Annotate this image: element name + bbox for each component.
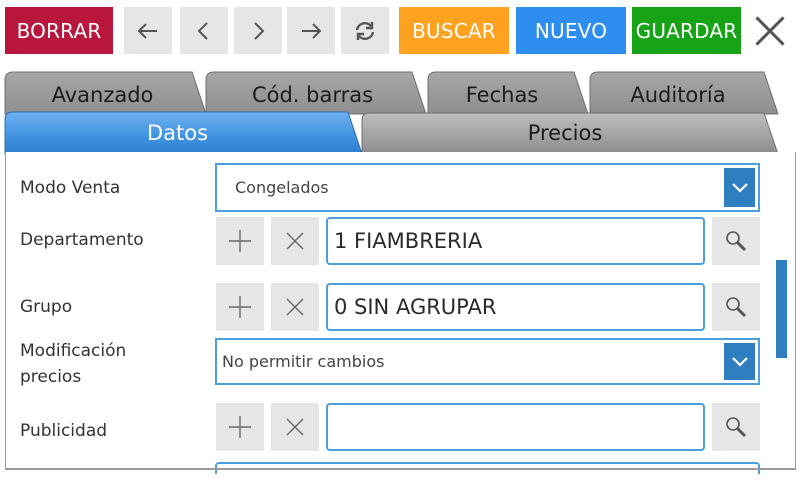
advertising-clear-button[interactable] [271,403,319,451]
department-clear-button[interactable] [271,217,319,265]
plus-icon [229,230,251,252]
price-change-value: No permitir cambios [222,352,385,371]
group-add-button[interactable] [216,283,264,331]
close-button[interactable] [748,7,792,54]
price-change-select[interactable]: No permitir cambios [215,338,760,385]
new-button-label: NUEVO [534,18,608,43]
tab-label-data: Datos [146,121,209,145]
sale-mode-value: Congelados [235,178,329,197]
chevron-down-icon [731,182,748,193]
tab-label-dates: Fechas [465,83,539,107]
arrow-right-icon [302,22,322,39]
previous-record-button[interactable] [180,7,228,54]
x-icon [286,232,304,250]
magnifier-icon [726,297,747,318]
price-change-label-line1: Modificación [20,341,127,361]
delete-button-label: BORRAR [16,18,102,43]
search-button[interactable]: BUSCAR [399,7,509,54]
next-record-button[interactable] [234,7,282,54]
plus-icon [229,296,251,318]
magnifier-icon [726,231,747,252]
tab-label-prices: Precios [527,121,603,145]
price-change-label-line2: precios [20,367,82,387]
refresh-icon [355,21,375,40]
department-field[interactable]: 1 FIAMBRERIA [326,217,705,265]
close-icon [755,15,785,46]
scrollbar-thumb[interactable] [776,260,787,358]
advertising-label: Publicidad [20,421,108,441]
delete-button[interactable]: BORRAR [5,7,113,54]
price-change-dropdown-button[interactable] [724,343,755,380]
department-add-button[interactable] [216,217,264,265]
search-button-label: BUSCAR [412,18,496,43]
x-icon [286,298,304,316]
group-clear-button[interactable] [271,283,319,331]
x-icon [286,418,304,436]
sale-mode-dropdown-button[interactable] [724,168,755,207]
group-label: Grupo [20,297,73,317]
tab-label-audit: Auditoría [630,83,726,107]
tab-label-advanced: Avanzado [51,83,154,107]
advertising-add-button[interactable] [216,403,264,451]
group-field[interactable]: 0 SIN AGRUPAR [326,283,705,331]
sale-mode-label: Modo Venta [20,178,121,198]
tab-label-barcodes: Cód. barras [251,83,374,107]
plus-icon [229,416,251,438]
advertising-search-button[interactable] [712,403,760,451]
department-label: Departamento [20,230,144,250]
save-button-label: GUARDAR [635,18,738,43]
chevron-left-icon [197,21,208,40]
advertising-field[interactable] [326,403,705,451]
group-search-button[interactable] [712,283,760,331]
department-value: 1 FIAMBRERIA [334,229,483,253]
department-search-button[interactable] [712,217,760,265]
chevron-down-icon [731,356,748,367]
new-button[interactable]: NUEVO [516,7,626,54]
save-button[interactable]: GUARDAR [632,7,741,54]
chevron-right-icon [254,21,265,40]
panel-bottom-border [5,468,795,470]
sale-mode-select[interactable]: Congelados [215,163,760,212]
group-value: 0 SIN AGRUPAR [334,295,497,319]
magnifier-icon [726,417,747,438]
first-record-button[interactable] [124,7,172,54]
last-record-button[interactable] [287,7,335,54]
refresh-button[interactable] [341,7,389,54]
arrow-left-icon [137,22,157,39]
